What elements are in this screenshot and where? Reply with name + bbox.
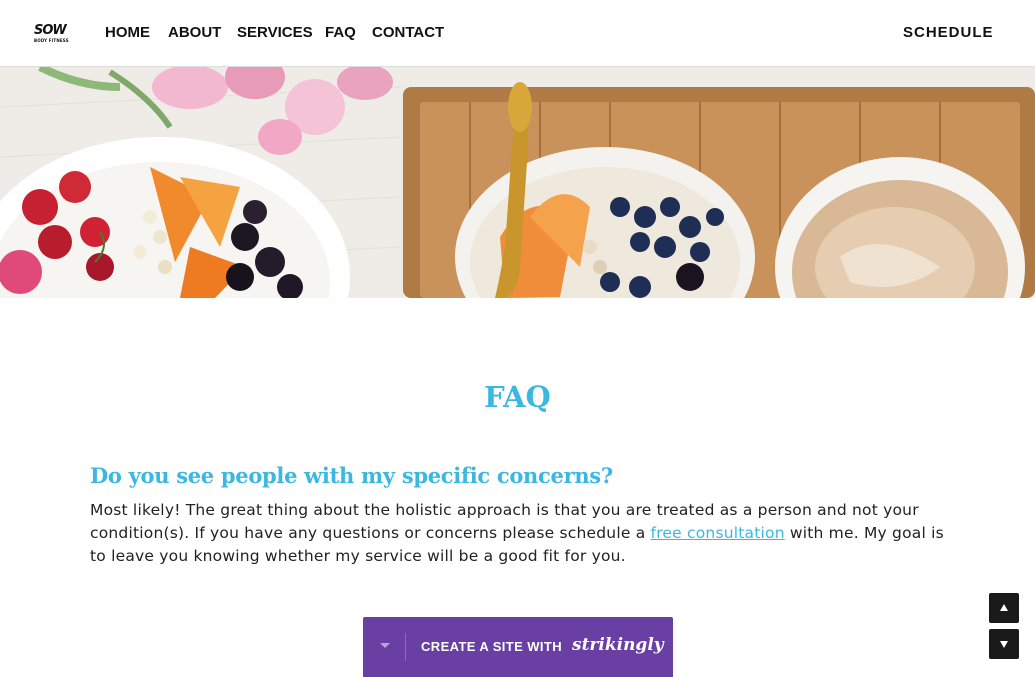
schedule-button[interactable]: SCHEDULE <box>903 24 994 42</box>
nav-faq[interactable]: FAQ <box>325 24 356 42</box>
arrow-down-icon <box>1000 641 1008 648</box>
caret-down-icon[interactable] <box>380 643 390 648</box>
nav-home[interactable]: HOME <box>105 24 150 42</box>
site-logo[interactable]: SOW BODY FITNESS <box>34 24 72 44</box>
strikingly-badge[interactable]: CREATE A SITE WITH strikingly <box>363 617 673 677</box>
badge-label: CREATE A SITE WITH <box>421 639 563 654</box>
scroll-up-button[interactable] <box>989 593 1019 623</box>
logo-text: SOW <box>34 23 67 38</box>
logo-tagline: BODY FITNESS <box>34 38 69 43</box>
scroll-down-button[interactable] <box>989 629 1019 659</box>
faq-title: FAQ <box>484 380 551 414</box>
nav-services[interactable]: SERVICES <box>237 24 313 42</box>
hero-banner-image <box>0 67 1035 298</box>
faq-question: Do you see people with my specific conce… <box>90 463 613 488</box>
badge-divider <box>405 633 406 661</box>
breakfast-bowls-illustration <box>0 67 1035 298</box>
arrow-up-icon <box>1000 604 1008 611</box>
strikingly-logo: strikingly <box>572 635 664 655</box>
faq-answer: Most likely! The great thing about the h… <box>90 499 950 568</box>
nav-contact[interactable]: CONTACT <box>372 24 444 42</box>
free-consultation-link[interactable]: free consultation <box>651 524 785 542</box>
nav-about[interactable]: ABOUT <box>168 24 221 42</box>
navbar: SOW BODY FITNESS HOME ABOUT SERVICES FAQ… <box>0 0 1035 67</box>
